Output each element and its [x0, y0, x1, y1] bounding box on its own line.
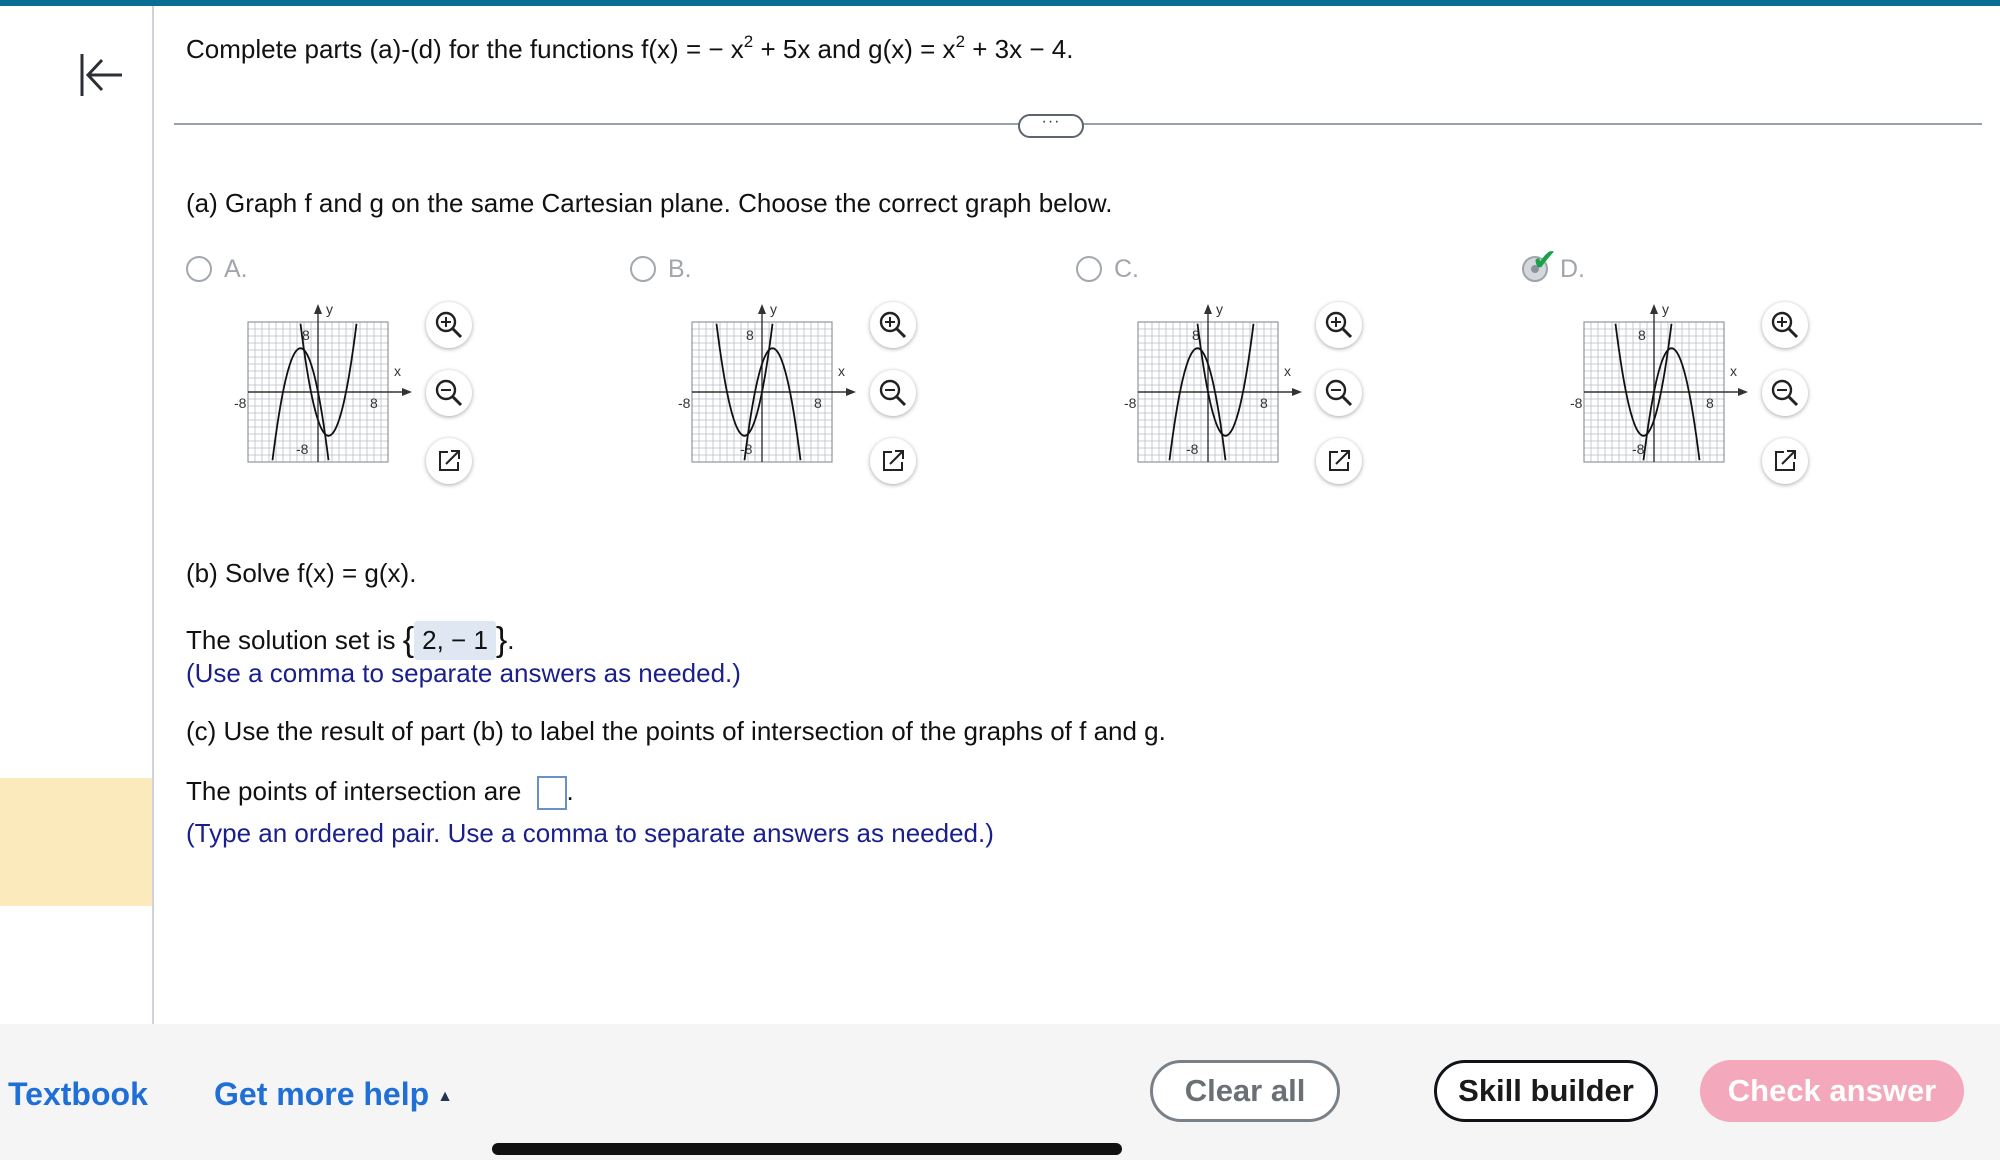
part-c-prompt: (c) Use the result of part (b) to label … [186, 716, 1166, 746]
zoom-out-button[interactable] [1316, 370, 1362, 416]
svg-text:-8: -8 [1186, 441, 1199, 457]
svg-text:x: x [394, 363, 401, 379]
graph-option-d[interactable]: ✔ D. y x 8 -8 -8 8 [1522, 246, 1942, 496]
open-graph-button[interactable] [870, 438, 916, 484]
external-link-icon [439, 450, 460, 471]
zoom-out-icon [435, 379, 463, 407]
svg-text:y: y [770, 301, 777, 317]
zoom-out-icon [879, 379, 907, 407]
svg-text:y: y [326, 301, 333, 317]
external-link-icon [1775, 450, 1796, 471]
part-b-prompt: (b) Solve f(x) = g(x). [186, 558, 417, 588]
svg-text:8: 8 [1638, 327, 1646, 343]
question-panel: Complete parts (a)-(d) for the functions… [152, 6, 2000, 1024]
option-letter: B. [668, 255, 692, 283]
svg-text:-8: -8 [1632, 441, 1645, 457]
graph-option-a[interactable]: A. y x 8 -8 -8 8 [186, 255, 606, 496]
zoom-out-button[interactable] [870, 370, 916, 416]
graph-option-b[interactable]: B. y x 8 -8 -8 8 [630, 255, 1050, 496]
option-letter: D. [1560, 255, 1585, 283]
graph-thumbnail[interactable]: yx8-8-8 8 [1116, 296, 1316, 476]
zoom-in-button[interactable] [426, 302, 472, 348]
open-graph-button[interactable] [1762, 438, 1808, 484]
graph-thumbnail[interactable]: yx8-8-8 8 [1562, 296, 1762, 476]
collapse-sidebar-button[interactable] [76, 50, 126, 100]
svg-text:-8: -8 [678, 395, 691, 411]
svg-text:8: 8 [1706, 395, 1714, 411]
question-header: Complete parts (a)-(d) for the functions… [186, 32, 1074, 64]
external-link-icon [1329, 450, 1350, 471]
zoom-in-icon [1325, 311, 1353, 339]
get-more-help-link[interactable]: Get more help ▲ [214, 1076, 453, 1113]
solution-line: The solution set is {2, − 1}. [186, 621, 515, 660]
zoom-in-icon [879, 311, 907, 339]
textbook-link[interactable]: Textbook [8, 1076, 148, 1113]
graph-thumbnail[interactable]: yx8-8-8 8 [670, 296, 870, 476]
part-b-hint: (Use a comma to separate answers as need… [186, 658, 741, 688]
check-answer-button[interactable]: Check answer [1700, 1060, 1964, 1122]
svg-text:-8: -8 [1124, 395, 1137, 411]
home-indicator [492, 1143, 1122, 1155]
intersection-answer-input[interactable] [536, 776, 567, 811]
skill-builder-button[interactable]: Skill builder [1434, 1060, 1658, 1122]
option-radio-b[interactable] [630, 256, 656, 282]
option-radio-c[interactable] [1076, 256, 1102, 282]
part-a-prompt: (a) Graph f and g on the same Cartesian … [186, 188, 1113, 218]
intersection-line: The points of intersection are . [186, 776, 574, 811]
option-letter: A. [224, 255, 248, 283]
svg-text:8: 8 [746, 327, 754, 343]
svg-text:8: 8 [1260, 395, 1268, 411]
collapse-left-icon [80, 54, 122, 96]
svg-text:-8: -8 [1570, 395, 1583, 411]
caret-up-icon: ▲ [437, 1087, 453, 1105]
external-link-icon [883, 450, 904, 471]
part-c-hint: (Type an ordered pair. Use a comma to se… [186, 818, 994, 848]
zoom-in-button[interactable] [1316, 302, 1362, 348]
svg-text:-8: -8 [296, 441, 309, 457]
svg-text:y: y [1216, 301, 1223, 317]
svg-text:8: 8 [814, 395, 822, 411]
svg-text:x: x [1730, 363, 1737, 379]
footer-bar: Textbook Get more help ▲ Clear all Skill … [0, 1024, 2000, 1160]
zoom-in-button[interactable] [1762, 302, 1808, 348]
graph-thumbnail[interactable]: yx8-8-8 8 [226, 296, 426, 476]
open-graph-button[interactable] [426, 438, 472, 484]
zoom-out-button[interactable] [1762, 370, 1808, 416]
zoom-in-icon [435, 311, 463, 339]
more-options-button[interactable]: ··· [1018, 114, 1084, 138]
checkmark-icon: ✔ [1532, 244, 1558, 277]
zoom-out-button[interactable] [426, 370, 472, 416]
sidebar [0, 6, 154, 1024]
svg-text:x: x [838, 363, 845, 379]
sidebar-highlight [0, 778, 152, 906]
zoom-out-icon [1325, 379, 1353, 407]
open-graph-button[interactable] [1316, 438, 1362, 484]
zoom-in-button[interactable] [870, 302, 916, 348]
option-radio-a[interactable] [186, 256, 212, 282]
graph-option-c[interactable]: C. y x 8 -8 -8 8 [1076, 255, 1496, 496]
solution-answer[interactable]: 2, − 1 [414, 621, 496, 660]
svg-text:8: 8 [370, 395, 378, 411]
svg-text:-8: -8 [234, 395, 247, 411]
clear-all-button[interactable]: Clear all [1150, 1060, 1340, 1122]
option-letter: C. [1114, 255, 1139, 283]
zoom-in-icon [1771, 311, 1799, 339]
zoom-out-icon [1771, 379, 1799, 407]
svg-text:x: x [1284, 363, 1291, 379]
svg-text:y: y [1662, 301, 1669, 317]
